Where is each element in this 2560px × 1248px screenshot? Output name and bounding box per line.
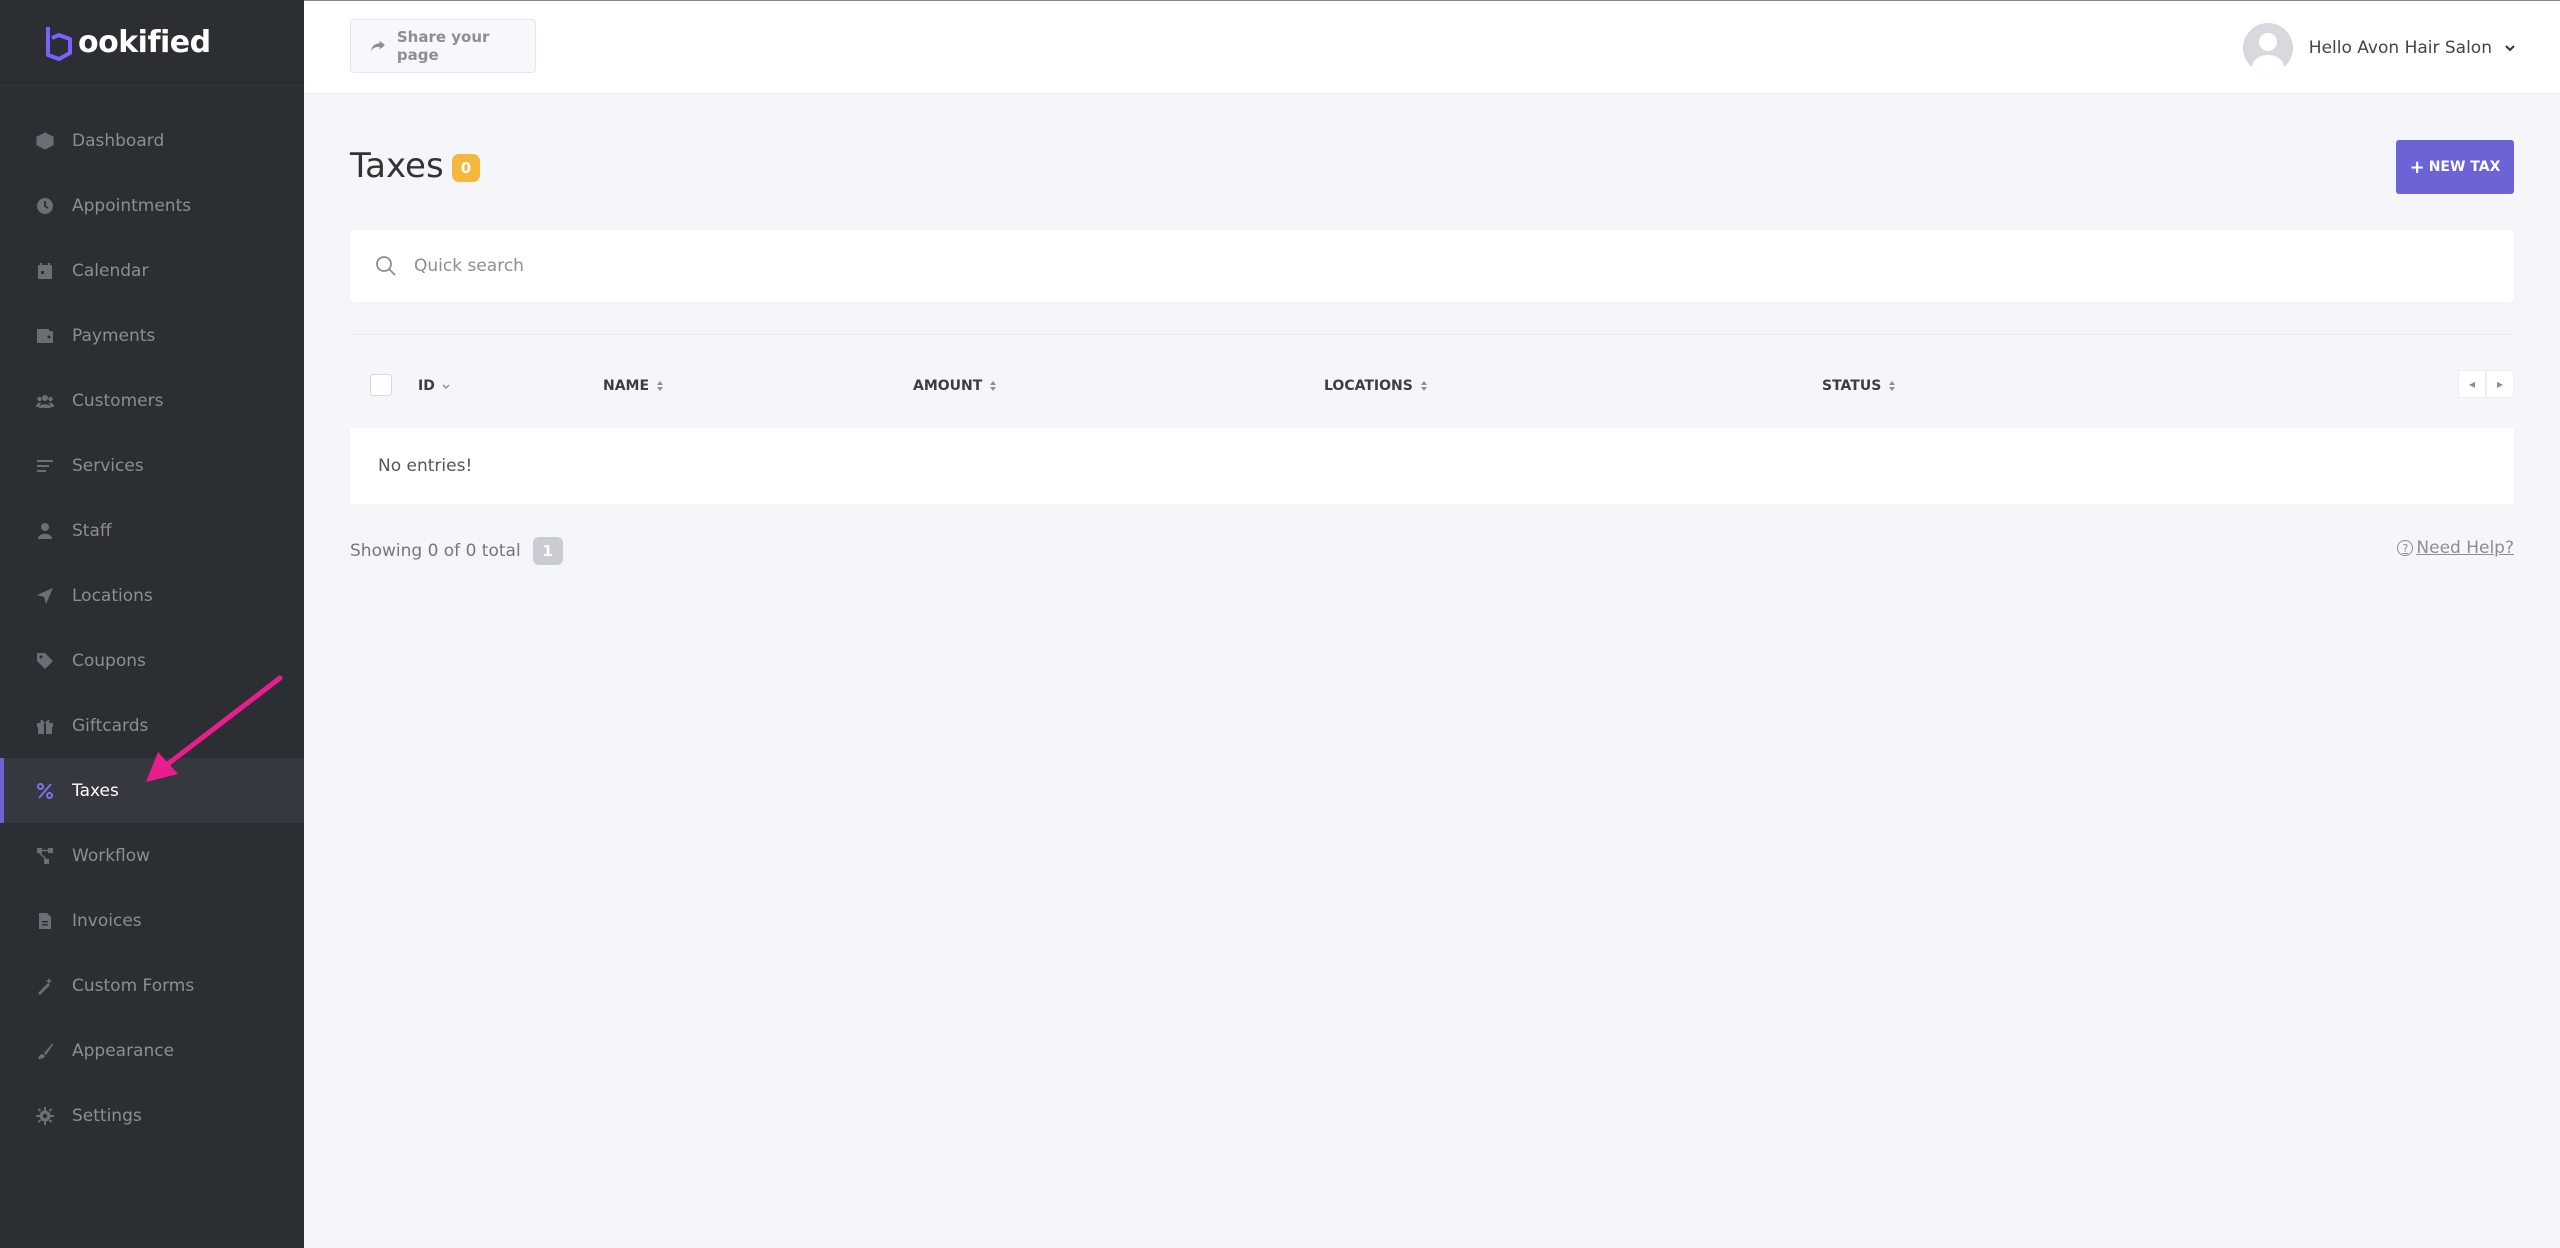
brush-icon bbox=[36, 1042, 54, 1060]
column-amount[interactable]: AMOUNT bbox=[913, 378, 998, 394]
main-content: Taxes 0 + NEW TAX ID NAME AMOUNT LOCATIO… bbox=[350, 94, 2514, 565]
top-bar: Share your page Hello Avon Hair Salon bbox=[304, 0, 2560, 94]
sidebar-item-customers[interactable]: Customers bbox=[0, 368, 304, 433]
clock-icon bbox=[36, 197, 54, 215]
sidebar-item-label: Customers bbox=[72, 390, 164, 411]
avatar bbox=[2242, 23, 2293, 73]
chevron-down-icon bbox=[2505, 45, 2515, 52]
showing-text: Showing 0 of 0 total bbox=[350, 541, 521, 561]
sidebar-item-label: Coupons bbox=[72, 650, 146, 671]
column-id-label: ID bbox=[418, 378, 435, 394]
sidebar-nav: Dashboard Appointments Calendar Payments Cus… bbox=[0, 108, 304, 1148]
sidebar-item-label: Staff bbox=[72, 520, 112, 541]
gear-icon bbox=[36, 1106, 54, 1125]
pager-prev-icon[interactable]: ◂ bbox=[2458, 370, 2486, 398]
column-locations-label: LOCATIONS bbox=[1324, 378, 1413, 394]
sidebar-item-label: Settings bbox=[72, 1105, 142, 1126]
page-title: Taxes bbox=[350, 146, 444, 186]
select-all-checkbox[interactable] bbox=[370, 374, 392, 396]
annotation-arrow-icon bbox=[146, 675, 283, 782]
search-box bbox=[350, 230, 2514, 302]
search-icon bbox=[376, 256, 396, 276]
share-page-label: Share your page bbox=[396, 28, 490, 64]
column-amount-label: AMOUNT bbox=[913, 378, 983, 394]
sidebar-item-settings[interactable]: Settings bbox=[0, 1083, 304, 1148]
empty-row: No entries! bbox=[350, 428, 2514, 504]
title-row: Taxes 0 + NEW TAX bbox=[350, 94, 2514, 234]
sidebar-item-workflow[interactable]: Workflow bbox=[0, 823, 304, 888]
logo[interactable]: ookified bbox=[0, 0, 304, 86]
calendar-icon bbox=[36, 262, 54, 280]
gift-icon bbox=[36, 717, 54, 735]
tag-icon bbox=[36, 652, 54, 670]
column-pager: ◂ ▸ bbox=[2458, 370, 2514, 398]
sidebar-item-locations[interactable]: Locations bbox=[0, 563, 304, 628]
sidebar-item-appointments[interactable]: Appointments bbox=[0, 173, 304, 238]
sidebar-item-staff[interactable]: Staff bbox=[0, 498, 304, 563]
sidebar-item-custom-forms[interactable]: Custom Forms bbox=[0, 953, 304, 1018]
list-icon bbox=[36, 457, 54, 475]
sidebar-item-label: Locations bbox=[72, 585, 153, 606]
column-name[interactable]: NAME bbox=[603, 378, 665, 394]
need-help-label: Need Help? bbox=[2416, 538, 2514, 558]
wallet-icon bbox=[36, 327, 54, 345]
column-id[interactable]: ID bbox=[418, 378, 451, 394]
sidebar-item-label: Appearance bbox=[72, 1040, 175, 1061]
user-menu[interactable]: Hello Avon Hair Salon bbox=[2242, 21, 2516, 75]
column-locations[interactable]: LOCATIONS bbox=[1324, 378, 1429, 394]
sidebar-item-dashboard[interactable]: Dashboard bbox=[0, 108, 304, 173]
sidebar-item-appearance[interactable]: Appearance bbox=[0, 1018, 304, 1083]
percent-icon bbox=[36, 782, 54, 800]
new-tax-button[interactable]: + NEW TAX bbox=[2396, 140, 2514, 194]
sidebar-item-label: Taxes bbox=[72, 780, 119, 801]
share-icon bbox=[371, 40, 385, 52]
column-status-label: STATUS bbox=[1822, 378, 1882, 394]
sidebar-item-label: Invoices bbox=[72, 910, 142, 931]
sidebar: ookified Dashboard Appointments Calendar Pa… bbox=[0, 0, 304, 1248]
sidebar-item-label: Custom Forms bbox=[72, 975, 195, 996]
sidebar-item-invoices[interactable]: Invoices bbox=[0, 888, 304, 953]
table-header: ID NAME AMOUNT LOCATIONS STATUS ◂ ▸ bbox=[350, 368, 2514, 408]
sidebar-item-label: Dashboard bbox=[72, 130, 165, 151]
sidebar-item-calendar[interactable]: Calendar bbox=[0, 238, 304, 303]
sidebar-item-label: Appointments bbox=[72, 195, 192, 216]
location-arrow-icon bbox=[36, 587, 54, 605]
page-number-badge[interactable]: 1 bbox=[532, 537, 563, 565]
sort-icon bbox=[657, 381, 664, 391]
column-status[interactable]: STATUS bbox=[1822, 378, 1897, 394]
pager-next-icon[interactable]: ▸ bbox=[2486, 370, 2514, 398]
logo-icon bbox=[46, 26, 72, 61]
search-input[interactable] bbox=[414, 256, 2214, 276]
magic-wand-icon bbox=[36, 977, 54, 995]
sidebar-item-label: Calendar bbox=[72, 260, 149, 281]
sidebar-item-label: Payments bbox=[72, 325, 156, 346]
logo-text: ookified bbox=[78, 25, 211, 60]
avatar-user-icon bbox=[2242, 23, 2293, 73]
users-icon bbox=[36, 392, 54, 410]
count-badge: 0 bbox=[452, 154, 480, 182]
new-tax-label: NEW TAX bbox=[2428, 159, 2501, 175]
file-icon bbox=[36, 912, 54, 930]
sort-icon bbox=[990, 381, 997, 391]
sidebar-item-label: Workflow bbox=[72, 845, 151, 866]
user-icon bbox=[36, 522, 54, 540]
sidebar-item-payments[interactable]: Payments bbox=[0, 303, 304, 368]
table-footer: Showing 0 of 0 total 1 ? Need Help? bbox=[350, 536, 2514, 566]
plus-icon: + bbox=[2409, 156, 2425, 178]
workflow-icon bbox=[36, 847, 54, 865]
sidebar-item-services[interactable]: Services bbox=[0, 433, 304, 498]
sort-desc-icon bbox=[442, 384, 450, 390]
divider bbox=[350, 334, 2514, 335]
sidebar-item-label: Services bbox=[72, 455, 144, 476]
empty-text: No entries! bbox=[378, 456, 473, 476]
sort-icon bbox=[1420, 381, 1427, 391]
cube-icon bbox=[36, 131, 54, 150]
sort-icon bbox=[1889, 381, 1896, 391]
need-help-link[interactable]: ? Need Help? bbox=[2397, 538, 2514, 558]
share-page-button[interactable]: Share your page bbox=[350, 19, 536, 73]
column-name-label: NAME bbox=[603, 378, 650, 394]
user-greeting: Hello Avon Hair Salon bbox=[2308, 38, 2492, 58]
question-icon: ? bbox=[2397, 540, 2414, 556]
